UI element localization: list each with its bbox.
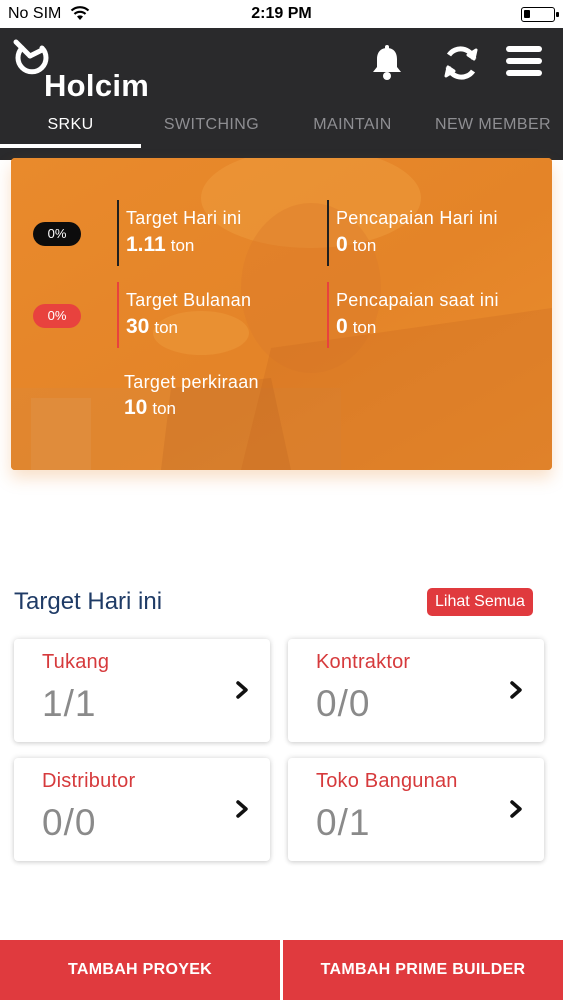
section-title: Target Hari ini — [14, 588, 163, 615]
logo-text: Holcim — [44, 68, 150, 103]
holcim-logo: Holcim — [12, 36, 152, 103]
tile-value: 1/1 — [42, 683, 97, 724]
tile-value: 0/0 — [42, 802, 97, 843]
target-monthly-label: Target Bulanan — [126, 290, 252, 310]
tile-value: 0/1 — [316, 802, 371, 843]
divider — [327, 200, 329, 266]
sync-icon[interactable] — [440, 42, 482, 84]
tab-maintain[interactable]: MAINTAIN — [282, 116, 423, 150]
chevron-right-icon — [510, 800, 522, 818]
target-monthly-value: 30 ton — [126, 315, 178, 338]
monthly-progress-badge: 0% — [33, 304, 81, 328]
chevron-right-icon — [236, 681, 248, 699]
daily-progress-badge: 0% — [33, 222, 81, 246]
active-tab-indicator — [0, 144, 141, 148]
target-estimate-label: Target perkiraan — [124, 372, 259, 392]
target-today-value: 1.11 ton — [126, 233, 195, 256]
tab-switching[interactable]: SWITCHING — [141, 116, 282, 150]
divider — [327, 282, 329, 348]
tile-kontraktor[interactable]: Kontraktor 0/0 — [288, 639, 544, 742]
add-project-button[interactable]: TAMBAH PROYEK — [0, 940, 280, 1000]
bell-icon[interactable] — [366, 42, 408, 84]
workers-background-image — [11, 158, 552, 470]
clock: 2:19 PM — [251, 5, 312, 22]
target-today-label: Target Hari ini — [126, 208, 242, 228]
tile-tukang[interactable]: Tukang 1/1 — [14, 639, 270, 742]
tile-toko-bangunan[interactable]: Toko Bangunan 0/1 — [288, 758, 544, 861]
chevron-right-icon — [236, 800, 248, 818]
summary-card: 0% 0% Target Hari ini 1.11 ton Pencapaian… — [11, 158, 552, 470]
tile-distributor[interactable]: Distributor 0/0 — [14, 758, 270, 861]
divider — [117, 200, 119, 266]
achievement-today-label: Pencapaian Hari ini — [336, 208, 498, 228]
tile-label: Distributor — [42, 770, 136, 792]
tile-label: Tukang — [42, 651, 110, 673]
status-bar: No SIM 2:19 PM — [0, 0, 563, 28]
achievement-now-label: Pencapaian saat ini — [336, 290, 499, 310]
target-estimate-value: 10 ton — [124, 396, 176, 419]
tile-label: Toko Bangunan — [316, 770, 458, 792]
tab-new-member[interactable]: NEW MEMBER — [423, 116, 563, 150]
tile-label: Kontraktor — [316, 651, 411, 673]
divider — [117, 282, 119, 348]
achievement-today-value: 0 ton — [336, 233, 377, 256]
achievement-now-value: 0 ton — [336, 315, 377, 338]
chevron-right-icon — [510, 681, 522, 699]
add-prime-builder-button[interactable]: TAMBAH PRIME BUILDER — [283, 940, 563, 1000]
see-all-button[interactable]: Lihat Semua — [427, 588, 533, 616]
app-header: Holcim SRKU SWITCHING MAINTAIN NEW MEMBE… — [0, 28, 563, 160]
battery-icon — [521, 7, 559, 22]
tab-bar: SRKU SWITCHING MAINTAIN NEW MEMBER — [0, 110, 563, 150]
tile-value: 0/0 — [316, 683, 371, 724]
hamburger-menu-icon[interactable] — [504, 42, 546, 84]
